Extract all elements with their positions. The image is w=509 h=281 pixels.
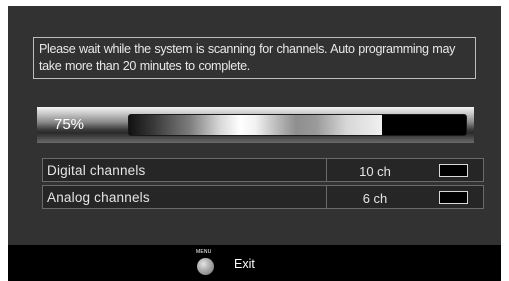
- digital-channels-indicator: [439, 164, 468, 177]
- channel-scan-screen: Please wait while the system is scanning…: [8, 6, 501, 281]
- footer-bar: MENU Exit: [8, 245, 501, 281]
- analog-channels-label: Analog channels: [47, 190, 150, 205]
- menu-button[interactable]: MENU: [194, 249, 216, 279]
- digital-channels-count: 10 ch: [359, 164, 391, 179]
- scan-status-message: Please wait while the system is scanning…: [33, 37, 476, 79]
- menu-button-icon: [197, 258, 214, 275]
- scan-progress-percent: 75%: [54, 116, 85, 133]
- channel-row-digital: Digital channels 10 ch: [42, 158, 484, 182]
- channel-count-table: Digital channels 10 ch Analog channels 6…: [42, 158, 484, 212]
- exit-label: Exit: [234, 257, 255, 271]
- menu-button-caption: MENU: [196, 249, 212, 255]
- analog-channels-count: 6 ch: [362, 191, 388, 206]
- scan-progress-bar: [128, 114, 467, 136]
- digital-channels-label: Digital channels: [47, 163, 146, 178]
- channel-row-analog: Analog channels 6 ch: [42, 185, 484, 209]
- analog-channels-indicator: [439, 191, 468, 204]
- scan-progress-panel: 75%: [37, 107, 474, 143]
- scan-progress-fill: [129, 115, 382, 135]
